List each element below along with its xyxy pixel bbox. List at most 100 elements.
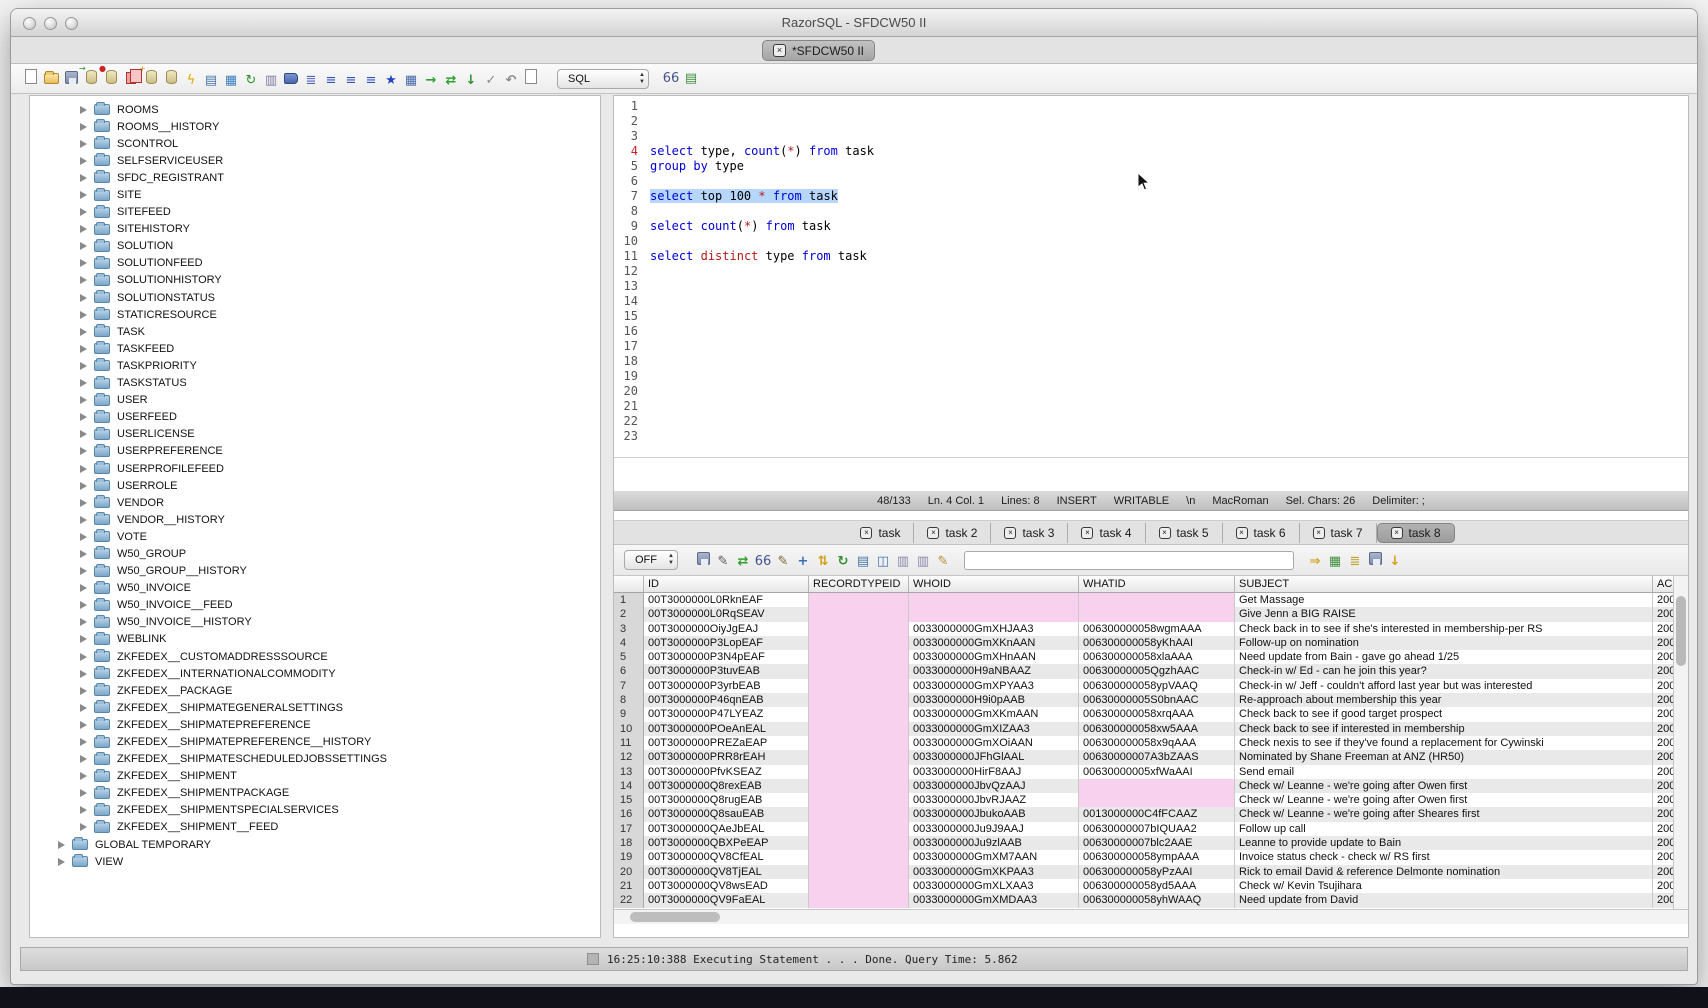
cell-subject[interactable]: Check w/ Kevin Tsujihara <box>1235 879 1653 893</box>
cell-whoid[interactable]: 0033000000HirF8AAJ <box>909 765 1079 779</box>
insert-row-icon[interactable]: + <box>793 552 813 572</box>
table-row[interactable]: 1200T3000000PRR8rEAH0033000000JFhGlAAL00… <box>614 750 1688 764</box>
sidebar-item-userlicense[interactable]: USERLICENSE <box>30 426 600 443</box>
code-line[interactable] <box>650 339 1688 354</box>
expand-arrow-icon[interactable] <box>80 618 87 626</box>
code-line[interactable] <box>650 459 1688 474</box>
cell-subject[interactable]: Check-in w/ Jeff - couldn't afford last … <box>1235 679 1653 693</box>
cell-whatid[interactable]: 006300000058yPzAAI <box>1079 865 1235 879</box>
code-line[interactable] <box>650 354 1688 369</box>
cell-whoid[interactable]: 0033000000GmXIZAA3 <box>909 722 1079 736</box>
vertical-scrollbar-thumb[interactable] <box>1676 596 1686 666</box>
vertical-scrollbar[interactable] <box>1673 576 1688 909</box>
row-number-cell[interactable]: 9 <box>614 707 644 721</box>
table-row[interactable]: 900T3000000P47LYEAZ0033000000GmXKmAAN006… <box>614 707 1688 721</box>
code-line[interactable] <box>650 294 1688 309</box>
row-number-cell[interactable]: 16 <box>614 807 644 821</box>
code-line[interactable] <box>650 399 1688 414</box>
sidebar-item-zkfedex-shipmatescheduledjobssettings[interactable]: ZKFEDEX__SHIPMATESCHEDULEDJOBSSETTINGS <box>30 751 600 768</box>
reload-table-icon[interactable]: ↻ <box>833 552 853 572</box>
result-tab-task-7[interactable]: ×task 7 <box>1300 523 1377 543</box>
expand-arrow-icon[interactable] <box>80 191 87 199</box>
sidebar-item-zkfedex-shipment[interactable]: ZKFEDEX__SHIPMENT <box>30 768 600 785</box>
cell-subject[interactable]: Leanne to provide update to Bain <box>1235 836 1653 850</box>
table-row[interactable]: 600T3000000P3tuvEAB0033000000H9aNBAAZ006… <box>614 664 1688 678</box>
sidebar-item-w50-group-history[interactable]: W50_GROUP__HISTORY <box>30 563 600 580</box>
sidebar-item-zkfedex-shipmategeneralsettings[interactable]: ZKFEDEX__SHIPMATEGENERALSETTINGS <box>30 699 600 716</box>
expand-arrow-icon[interactable] <box>80 653 87 661</box>
result-tab-task-5[interactable]: ×task 5 <box>1146 523 1223 543</box>
cell-id[interactable]: 00T3000000PfvKSEAZ <box>644 765 809 779</box>
expand-arrow-icon[interactable] <box>80 276 87 284</box>
jump-arrow-icon[interactable]: ⇒ <box>1305 552 1325 572</box>
refresh-objects-icon[interactable]: ↻ <box>241 71 261 91</box>
sidebar-item-solutionhistory[interactable]: SOLUTIONHISTORY <box>30 272 600 289</box>
close-tab-icon[interactable]: × <box>1236 527 1248 539</box>
cell-whatid[interactable]: 006300000058ypVAAQ <box>1079 679 1235 693</box>
row-number-cell[interactable]: 19 <box>614 850 644 864</box>
row-number-cell[interactable]: 18 <box>614 836 644 850</box>
format-sql-icon[interactable]: ≡ <box>321 71 341 91</box>
rollback-icon[interactable]: ↶ <box>501 71 521 91</box>
sql-mode-select[interactable]: SQL ▲▼ <box>557 69 649 89</box>
code-line[interactable]: select type, count(*) from task <box>650 144 1688 159</box>
code-line[interactable] <box>650 369 1688 384</box>
code-line[interactable] <box>650 309 1688 324</box>
cell-recordtypeid[interactable] <box>809 607 909 621</box>
cell-whoid[interactable]: 0033000000GmXOiAAN <box>909 736 1079 750</box>
cell-subject[interactable]: Get Massage <box>1235 593 1653 607</box>
cell-recordtypeid[interactable] <box>809 779 909 793</box>
table-row[interactable]: 200T3000000L0RqSEAVGive Jenn a BIG RAISE… <box>614 607 1688 621</box>
describe-table-icon[interactable]: ≣ <box>301 71 321 91</box>
cell-whoid[interactable]: 0033000000GmXHJAA3 <box>909 622 1079 636</box>
row-number-cell[interactable]: 10 <box>614 722 644 736</box>
result-tab-task-2[interactable]: ×task 2 <box>914 523 991 543</box>
close-tab-icon[interactable]: × <box>1313 527 1325 539</box>
cell-recordtypeid[interactable] <box>809 693 909 707</box>
result-tab-task[interactable]: ×task <box>847 523 914 543</box>
row-number-cell[interactable]: 12 <box>614 750 644 764</box>
table-row[interactable]: 1400T3000000Q8rexEAB0033000000JbvQzAAJCh… <box>614 779 1688 793</box>
generate-sql-icon[interactable]: ▥ <box>261 71 281 91</box>
expand-arrow-icon[interactable] <box>80 806 87 814</box>
export-data-icon[interactable]: ▦ <box>221 71 241 91</box>
close-tab-icon[interactable]: × <box>1391 527 1403 539</box>
code-line[interactable]: select top 100 * from task <box>650 189 1688 204</box>
cell-subject[interactable]: Check w/ Leanne - we're going after Owen… <box>1235 779 1653 793</box>
cell-whatid[interactable]: 00630000007A3bZAAS <box>1079 750 1235 764</box>
go-forward-icon[interactable]: → <box>421 71 441 91</box>
cell-whatid[interactable]: 006300000058xrqAAA <box>1079 707 1235 721</box>
results-search-input[interactable] <box>964 551 1294 570</box>
result-tab-task-3[interactable]: ×task 3 <box>991 523 1068 543</box>
script-results-icon[interactable]: ≣ <box>1345 552 1365 572</box>
cell-id[interactable]: 00T3000000Q8sauEAB <box>644 807 809 821</box>
sidebar-item-userrole[interactable]: USERROLE <box>30 477 600 494</box>
cell-id[interactable]: 00T3000000P3N4pEAF <box>644 650 809 664</box>
cell-whoid[interactable]: 0033000000H9aNBAAZ <box>909 664 1079 678</box>
column-header-subject[interactable]: SUBJECT <box>1235 576 1653 592</box>
cell-whoid[interactable]: 0033000000GmXPYAA3 <box>909 679 1079 693</box>
column-header-row-number[interactable] <box>614 576 644 592</box>
result-tab-task-8[interactable]: ×task 8 <box>1377 523 1455 543</box>
expand-arrow-icon[interactable] <box>58 858 65 866</box>
close-tab-icon[interactable]: × <box>1159 527 1171 539</box>
expand-arrow-icon[interactable] <box>80 362 87 370</box>
expand-arrow-icon[interactable] <box>80 670 87 678</box>
table-row[interactable]: 2100T3000000QV8wsEAD0033000000GmXLXAA300… <box>614 879 1688 893</box>
table-row[interactable]: 2000T3000000QV8TjEAL0033000000GmXKPAA300… <box>614 865 1688 879</box>
table-row[interactable]: 1600T3000000Q8sauEAB0033000000JbukoAAB00… <box>614 807 1688 821</box>
table-row[interactable]: 1500T3000000Q8rugEAB0033000000JbvRJAAZCh… <box>614 793 1688 807</box>
code-line[interactable]: select distinct type from task <box>650 249 1688 264</box>
expand-arrow-icon[interactable] <box>80 328 87 336</box>
code-line[interactable] <box>650 264 1688 279</box>
cell-whatid[interactable]: 006300000058xlaAAA <box>1079 650 1235 664</box>
cell-whoid[interactable]: 0033000000GmXHnAAN <box>909 650 1079 664</box>
table-row[interactable]: 800T3000000P46qnEAB0033000000H9i0pAAB006… <box>614 693 1688 707</box>
cell-subject[interactable]: Re-approach about membership this year <box>1235 693 1653 707</box>
database-object-tree[interactable]: ROOMSROOMS__HISTORYSCONTROLSELFSERVICEUS… <box>29 95 601 938</box>
cell-id[interactable]: 00T3000000QV9FaEAL <box>644 893 809 907</box>
sidebar-item-w50-invoice[interactable]: W50_INVOICE <box>30 580 600 597</box>
code-line[interactable]: select count(*) from task <box>650 219 1688 234</box>
cell-subject[interactable]: Rick to email David & reference Delmonte… <box>1235 865 1653 879</box>
column-header-id[interactable]: ID <box>644 576 809 592</box>
